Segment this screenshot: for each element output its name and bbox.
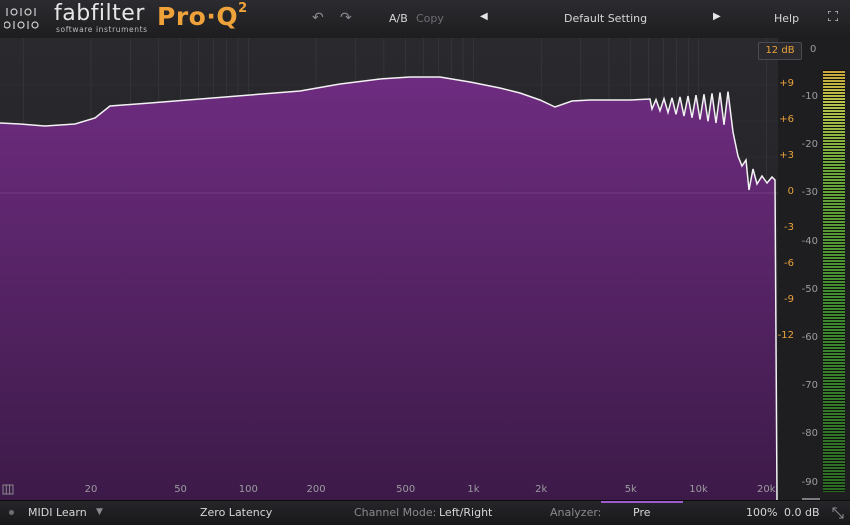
output-gain[interactable]: 0.0 dB [784,506,820,519]
analyzer-active-indicator [601,501,683,503]
eq-scale-label: -9 [784,294,794,305]
brand-subtitle: software instruments [56,25,148,34]
channel-mode-value[interactable]: Left/Right [439,506,492,519]
zero-latency-button[interactable]: Zero Latency [200,506,272,519]
analyzer-scale-label: -30 [801,187,818,199]
frequency-label: 100 [238,484,258,495]
channel-mode-label: Channel Mode: [354,506,437,519]
triangle-left-icon[interactable]: ◀ [480,11,488,22]
frequency-label: 1k [467,484,480,495]
undo-icon[interactable]: ↶ [312,10,324,26]
fabfilter-logo-icon [4,8,39,29]
analyzer-scale-label: -90 [801,476,818,488]
output-level-meter [823,70,845,492]
analyzer-scale-label: -60 [801,332,818,343]
frequency-label: 50 [174,484,187,495]
eq-scale-label: -6 [784,258,794,269]
fullscreen-icon[interactable] [828,11,838,21]
zoom-level[interactable]: 100% [746,506,777,519]
resize-icon[interactable] [832,507,844,519]
spectrum-graph[interactable] [0,38,850,500]
display-range-button[interactable]: 12 dB [758,42,802,60]
eq-display[interactable]: 12 dB 0 +9 +6 +3 0 -3 -6 -9 -12 -10 -20 -30 -40 -50… [0,38,850,500]
analyzer-scale-label: -10 [801,91,818,102]
frequency-label: 5k [624,484,637,495]
help-button[interactable]: Help [774,12,799,25]
frequency-label: 20 [84,484,98,495]
analyzer-scale-label: -70 [801,380,818,392]
frequency-label: 2k [535,484,548,495]
triangle-right-icon[interactable]: ▶ [713,11,721,22]
product-version: 2 [238,0,248,16]
title-bar: fabfilter software instruments Pro·Q2 ↶ … [0,0,850,39]
analyzer-scale-label: -80 [801,428,818,440]
frequency-label: 500 [396,484,416,495]
analyzer-scale-label: -20 [801,139,818,151]
frequency-label: 20k [757,484,776,495]
redo-icon[interactable]: ↷ [340,10,352,26]
eq-scale-label: +3 [779,150,794,161]
preset-name[interactable]: Default Setting [564,12,647,25]
analyzer-scale-label: -40 [801,235,818,247]
analyzer-value[interactable]: Pre [633,506,651,519]
frequency-label: 200 [306,484,326,495]
eq-scale-label: -3 [784,222,794,233]
chevron-down-icon[interactable]: ▼ [96,507,103,517]
brand-name: fabfilter [54,1,145,26]
meter-zero-label: 0 [810,44,817,55]
eq-scale-label: +6 [779,114,794,125]
ab-button[interactable]: A/B [389,12,408,25]
analyzer-label: Analyzer: [550,506,602,519]
eq-scale-label: +9 [779,78,794,89]
midi-indicator-icon [9,510,14,515]
product-name: Pro·Q2 [157,0,248,31]
copy-button[interactable]: Copy [416,12,444,25]
product-title: Pro·Q [157,2,239,31]
analyzer-scale-label: -50 [801,283,818,295]
status-bar: MIDI Learn ▼ Zero Latency Channel Mode: … [0,500,850,525]
midi-learn-button[interactable]: MIDI Learn [28,506,87,519]
frequency-label: 10k [689,484,708,495]
spectrum-fill [0,77,777,500]
